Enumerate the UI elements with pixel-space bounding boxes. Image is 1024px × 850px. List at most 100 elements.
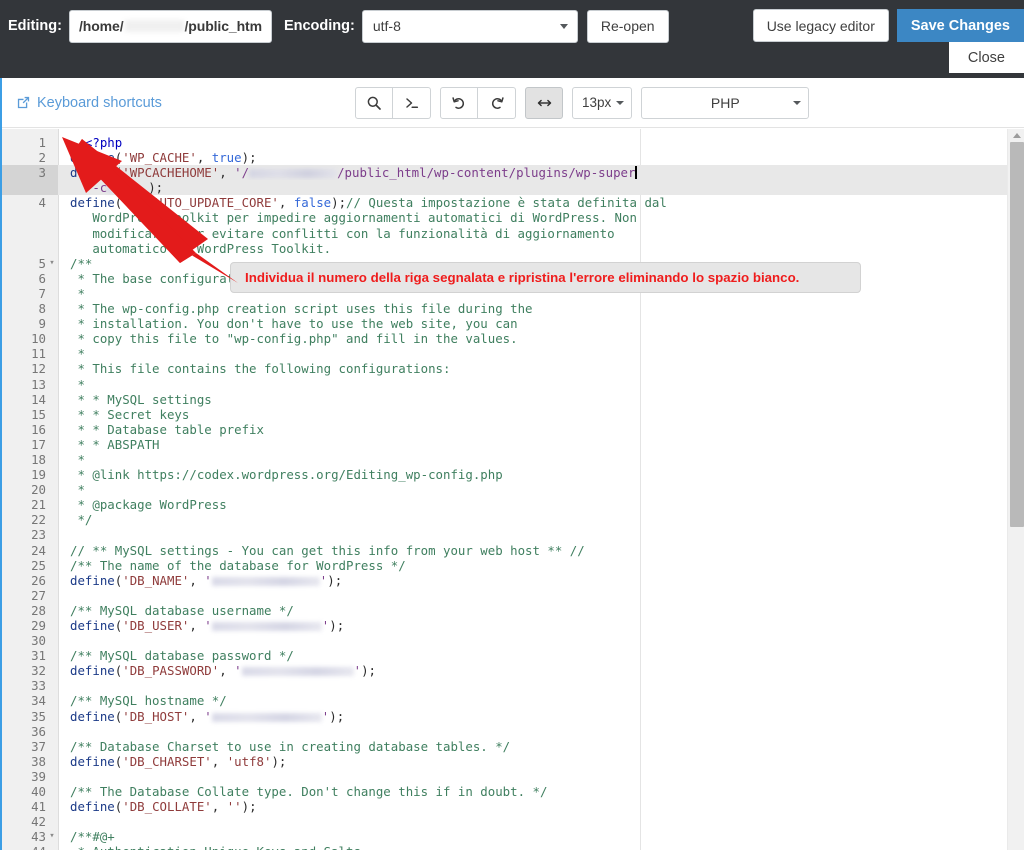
code-line[interactable]: 16 * * Database table prefix bbox=[2, 422, 1024, 437]
line-text: /** bbox=[70, 255, 93, 271]
search-icon[interactable] bbox=[355, 86, 393, 119]
scroll-up-arrow-icon[interactable] bbox=[1008, 129, 1024, 142]
scrollbar-thumb[interactable] bbox=[1010, 142, 1024, 527]
code-line[interactable]: 40 /** The Database Collate type. Don't c… bbox=[2, 784, 1024, 799]
editing-label: Editing: bbox=[8, 18, 62, 34]
code-line[interactable]: 32 define('DB_PASSWORD', 'redacted'); bbox=[2, 663, 1024, 678]
undo-arrow-icon[interactable] bbox=[440, 86, 478, 119]
line-text: /** MySQL database password */ bbox=[70, 648, 294, 664]
line-number: 36 bbox=[31, 723, 46, 739]
line-text: define('DB_HOST', 'redacted'); bbox=[70, 708, 345, 724]
line-text: automatico di WordPress Toolkit. bbox=[92, 240, 332, 256]
code-line[interactable]: 31 /** MySQL database password */ bbox=[2, 648, 1024, 663]
code-line[interactable]: 19 * @link https://codex.wordpress.org/E… bbox=[2, 467, 1024, 482]
code-line[interactable]: 12 * This file contains the following co… bbox=[2, 361, 1024, 376]
word-wrap-arrows-icon[interactable] bbox=[525, 86, 563, 119]
code-line[interactable]: 15 * * Secret keys bbox=[2, 407, 1024, 422]
file-path-input[interactable]: /home/xxxxxx/public_htm bbox=[68, 9, 272, 43]
code-line[interactable]: 4 define('WP_AUTO_UPDATE_CORE', false);//… bbox=[2, 195, 1024, 210]
fold-toggle-icon[interactable]: ▾ bbox=[48, 256, 56, 271]
line-number: 31 bbox=[31, 648, 46, 664]
code-editor[interactable]: 1 <?php 2 define('WP_CACHE', true); 3 define… bbox=[0, 129, 1024, 850]
line-text: * The wp-config.php creation script uses… bbox=[70, 301, 533, 317]
code-line[interactable]: 22 */ bbox=[2, 512, 1024, 527]
line-text: * bbox=[70, 285, 85, 301]
code-line[interactable]: 1 <?php bbox=[2, 135, 1024, 150]
line-number: 20 bbox=[31, 482, 46, 498]
code-line[interactable]: 25 /** The name of the database for WordP… bbox=[2, 558, 1024, 573]
code-editor-page: Editing: /home/xxxxxx/public_htm Encodin… bbox=[0, 0, 1024, 850]
line-text: * Authentication Unique Keys and Salts. bbox=[70, 844, 368, 850]
language-select[interactable]: PHP bbox=[641, 86, 810, 119]
redo-arrow-icon[interactable] bbox=[478, 86, 516, 119]
line-text: define('WPCACHEHOME', '/redacted/public_… bbox=[70, 165, 638, 181]
line-number: 23 bbox=[31, 527, 46, 543]
line-number: 12 bbox=[31, 361, 46, 377]
code-line[interactable]: 20 * bbox=[2, 482, 1024, 497]
line-number: 26 bbox=[31, 572, 46, 588]
editor-header-bar: Editing: /home/xxxxxx/public_htm Encodin… bbox=[0, 0, 1024, 78]
line-text: /** MySQL hostname */ bbox=[70, 693, 227, 709]
font-size-value: 13px bbox=[582, 95, 612, 110]
line-number: 5 bbox=[38, 255, 46, 271]
line-text: * * Database table prefix bbox=[70, 421, 264, 437]
line-text: define('DB_CHARSET', 'utf8'); bbox=[70, 753, 287, 769]
code-line[interactable]: 9 * installation. You don't have to use … bbox=[2, 316, 1024, 331]
code-line[interactable]: 39 bbox=[2, 769, 1024, 784]
save-changes-button[interactable]: Save Changes bbox=[896, 9, 1024, 42]
font-size-select[interactable]: 13px bbox=[572, 86, 633, 119]
code-line[interactable]: 17 * * ABSPATH bbox=[2, 437, 1024, 452]
code-line[interactable]: 14 * * MySQL settings bbox=[2, 392, 1024, 407]
code-line[interactable]: 43 ▾ /**#@+ bbox=[2, 829, 1024, 844]
line-text: define('DB_USER', 'redacted'); bbox=[70, 618, 345, 633]
line-text: modificarla per evitare conflitti con la… bbox=[92, 225, 615, 241]
fold-toggle-icon[interactable]: ▾ bbox=[48, 829, 56, 844]
code-line[interactable]: 13 * bbox=[2, 377, 1024, 392]
code-line[interactable]: 44 * Authentication Unique Keys and Salt… bbox=[2, 844, 1024, 850]
chevron-down-icon bbox=[559, 24, 568, 29]
line-number: 40 bbox=[31, 784, 46, 800]
code-line[interactable]: 24 // ** MySQL settings - You can get thi… bbox=[2, 543, 1024, 558]
encoding-select[interactable]: utf-8 bbox=[361, 9, 578, 43]
code-line[interactable]: 3 define('WPCACHEHOME', '/redacted/public… bbox=[2, 165, 1024, 181]
close-button[interactable]: Close bbox=[948, 42, 1024, 73]
header-right-controls: Use legacy editor Save Changes bbox=[752, 9, 1024, 42]
code-line[interactable]: 21 * @package WordPress bbox=[2, 497, 1024, 512]
code-line[interactable]: 8 * The wp-config.php creation script us… bbox=[2, 301, 1024, 316]
reopen-button[interactable]: Re-open bbox=[586, 9, 669, 43]
code-line[interactable]: 23 bbox=[2, 527, 1024, 542]
line-number: 22 bbox=[31, 512, 46, 528]
code-line[interactable]: 26 define('DB_NAME', 'redacted'); bbox=[2, 573, 1024, 588]
code-line[interactable]: 35 define('DB_HOST', 'redacted'); bbox=[2, 709, 1024, 724]
code-line[interactable]: 38 define('DB_CHARSET', 'utf8'); bbox=[2, 754, 1024, 769]
code-line[interactable]: 37 /** Database Charset to use in creatin… bbox=[2, 739, 1024, 754]
line-number: 3 bbox=[38, 165, 46, 181]
code-line[interactable]: automatico di WordPress Toolkit. bbox=[2, 241, 1024, 256]
use-legacy-editor-button[interactable]: Use legacy editor bbox=[752, 9, 889, 42]
keyboard-shortcuts-link[interactable]: Keyboard shortcuts bbox=[16, 95, 162, 111]
code-line[interactable]: 29 define('DB_USER', 'redacted'); bbox=[2, 618, 1024, 633]
code-line[interactable]: -cxx' ); bbox=[2, 180, 1024, 196]
code-line[interactable]: 30 bbox=[2, 633, 1024, 648]
code-line[interactable]: WordPress Toolkit per impedire aggiornam… bbox=[2, 210, 1024, 225]
code-line[interactable]: 42 bbox=[2, 814, 1024, 829]
line-number: 34 bbox=[31, 693, 46, 709]
code-line[interactable]: 10 * copy this file to "wp-config.php" a… bbox=[2, 331, 1024, 346]
terminal-prompt-icon[interactable] bbox=[393, 86, 431, 119]
code-line[interactable]: 41 define('DB_COLLATE', ''); bbox=[2, 799, 1024, 814]
code-line[interactable]: 2 define('WP_CACHE', true); bbox=[2, 150, 1024, 165]
code-line[interactable]: 18 * bbox=[2, 452, 1024, 467]
vertical-scrollbar[interactable] bbox=[1007, 129, 1024, 850]
code-line[interactable]: modificarla per evitare conflitti con la… bbox=[2, 226, 1024, 241]
line-number: 39 bbox=[31, 768, 46, 784]
code-line[interactable]: 27 bbox=[2, 588, 1024, 603]
code-line[interactable]: 28 /** MySQL database username */ bbox=[2, 603, 1024, 618]
code-line[interactable]: 11 * bbox=[2, 346, 1024, 361]
line-number: 8 bbox=[38, 301, 46, 317]
code-line[interactable]: 34 /** MySQL hostname */ bbox=[2, 693, 1024, 708]
line-number: 38 bbox=[31, 753, 46, 769]
line-number: 16 bbox=[31, 421, 46, 437]
code-line[interactable]: 33 bbox=[2, 678, 1024, 693]
code-line[interactable]: 36 bbox=[2, 724, 1024, 739]
line-text: define('WP_CACHE', true); bbox=[70, 150, 257, 166]
